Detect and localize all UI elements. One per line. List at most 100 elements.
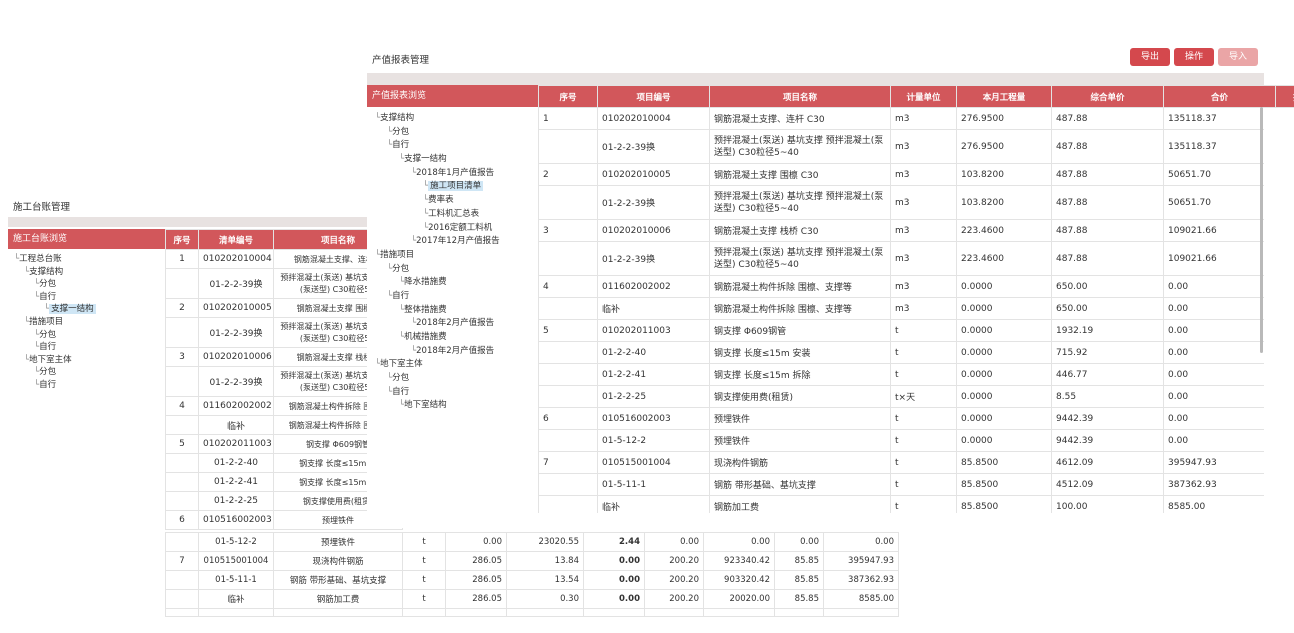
table-row[interactable]: 5 010202011003 钢支撑 Φ609钢管 t 0.0000 1932.19 0.0… [538,319,1264,342]
back-cell-code: 01-2-2-40 [198,453,274,473]
front-tree-node[interactable]: └2016定额工料机 [375,222,540,236]
cell-seq [538,297,598,320]
table-row[interactable]: 01-2-2-39换 预拌混凝土(泵送) 基坑支撑 预拌混凝土(泵送型) C30粒… [538,129,1264,164]
front-tree-node[interactable]: └2018年2月产值报告 [375,345,540,359]
back-tree-node[interactable]: └分包 [14,278,164,291]
cell-seq: 1 [538,107,598,130]
table-row[interactable]: 临补 钢筋加工费 t 85.8500 100.00 8585.00 [538,495,1264,513]
front-tree-node[interactable]: └降水措施费 [375,276,540,290]
front-tree-node[interactable]: └机械措施费 [375,331,540,345]
back-tree-node[interactable]: └地下室主体 [14,354,164,367]
table-row[interactable]: 01-5-12-2 预埋铁件 t 0.0000 9442.39 0.00 [538,429,1264,452]
front-tree-node[interactable]: └自行 [375,139,540,153]
back-cell-seq: 4 [165,396,199,416]
cell-code: 01-2-2-39换 [597,241,710,276]
cell-name: 钢支撑 长度≤15m 拆除 [709,363,891,386]
back-tree-node[interactable]: └ 支撑一结构 [14,303,164,316]
table-row[interactable]: 01-5-11-1 钢筋 带形基础、基坑支撑 t 85.8500 4512.09 3873… [538,473,1264,496]
back-bottom-cell-u: t [402,589,446,609]
cell-price: 9442.39 [1051,407,1164,430]
front-tree-node[interactable]: └地下室结构 [375,399,540,413]
back-bottom-cell-d: 0.00 [644,532,704,552]
cell-qty: 85.8500 [956,495,1052,513]
table-row[interactable]: 01-2-2-41 钢支撑 长度≤15m 拆除 t 0.0000 446.77 0.00 [538,363,1264,386]
cell-seq [538,363,598,386]
back-bottom-cell-e: 903320.42 [703,570,775,590]
vertical-scrollbar[interactable] [1260,107,1263,353]
back-tree-node[interactable]: └自行 [14,379,164,392]
back-tree-node[interactable]: └措施项目 [14,316,164,329]
cell-qty: 85.8500 [956,451,1052,474]
back-tree-node[interactable]: └自行 [14,341,164,354]
export-button[interactable]: 导出 [1130,48,1170,66]
front-tree-node[interactable]: └分包 [375,263,540,277]
front-tree-node[interactable]: └支撑结构 [375,112,540,126]
front-tree-node[interactable]: └措施项目 [375,249,540,263]
front-tree-node-label: 机械措施费 [404,332,447,342]
table-row[interactable]: 1 010202010004 钢筋混凝土支撑、连杆 C30 m3 276.9500 487… [538,107,1264,130]
cell-qty: 276.9500 [956,129,1052,164]
front-table-scroll[interactable]: 1 010202010004 钢筋混凝土支撑、连杆 C30 m3 276.9500 487… [538,107,1264,513]
table-row[interactable]: 4 011602002002 钢筋混凝土构件拆除 围檩、支撑等 m3 0.0000 650… [538,275,1264,298]
back-bottom-row[interactable]: 01-5-12-2 预埋铁件 t 0.00 23020.55 2.44 0.00 0.00 0.… [165,532,899,552]
back-cell-code: 011602002002 [198,396,274,416]
cell-qty: 0.0000 [956,363,1052,386]
back-bottom-cell-d: 200.20 [644,570,704,590]
cell-unit: m3 [890,297,957,320]
front-tree-node[interactable]: └支撑一结构 [375,153,540,167]
table-row[interactable]: 6010516002003预埋铁件t0.00009442.390.00删除行 [538,407,1264,430]
front-tree-node[interactable]: └分包 [375,126,540,140]
back-bottom-row[interactable]: 7 010515001004 现浇构件钢筋 t 286.05 13.84 0.00 200.2… [165,551,899,571]
cell-name: 钢筋混凝土支撑 围檩 C30 [709,163,891,186]
table-row[interactable]: 临补 钢筋混凝土构件拆除 围檩、支撑等 m3 0.0000 650.00 0.00 [538,297,1264,320]
cell-seq: 7 [538,451,598,474]
cell-code: 010202010005 [597,163,710,186]
table-row[interactable]: 01-2-2-39换 预拌混凝土(泵送) 基坑支撑 预拌混凝土(泵送型) C30粒… [538,241,1264,276]
table-row[interactable]: 3 010202010006 钢筋混凝土支撑 栈桥 C30 m3 223.4600 487… [538,219,1264,242]
front-table: 1 010202010004 钢筋混凝土支撑、连杆 C30 m3 276.9500 487… [538,107,1264,513]
back-tree-node[interactable]: └工程总台账 [14,253,164,266]
table-row[interactable]: 01-2-2-25 钢支撑使用费(租赁) t×天 0.0000 8.55 0.00 [538,385,1264,408]
table-row[interactable]: 2 010202010005 钢筋混凝土支撑 围檩 C30 m3 103.8200 487… [538,163,1264,186]
front-tree-node[interactable]: └自行 [375,290,540,304]
front-tree-node-label: 分包 [392,373,410,384]
table-row[interactable]: 01-2-2-39换 预拌混凝土(泵送) 基坑支撑 预拌混凝土(泵送型) C30粒… [538,185,1264,220]
front-tree-node[interactable]: └ 施工项目清单 [375,180,540,194]
table-row[interactable]: 01-2-2-40 钢支撑 长度≤15m 安装 t 0.0000 715.92 0.00 [538,341,1264,364]
back-tree-node[interactable]: └支撑结构 [14,266,164,279]
operate-button[interactable]: 操作 [1174,48,1214,66]
back-tree-node[interactable]: └分包 [14,366,164,379]
front-tree-node[interactable]: └费率表 [375,194,540,208]
cell-total: 0.00 [1163,385,1264,408]
cell-code: 01-5-11-1 [597,473,710,496]
front-tree-node[interactable]: └整体措施费 [375,304,540,318]
front-tree-node[interactable]: └2018年2月产值报告 [375,317,540,331]
cell-price: 650.00 [1051,275,1164,298]
front-tree-node-label: 2018年2月产值报告 [416,318,495,329]
front-tree-node[interactable]: └地下室主体 [375,358,540,372]
back-cell-seq [165,317,199,348]
back-cell-code: 010202010004 [198,249,274,269]
back-bottom-row[interactable]: 01-5-11-1 钢筋 带形基础、基坑支撑 t 286.05 13.54 0.00 200… [165,570,899,590]
back-tree: └工程总台账 └支撑结构 └分包 └自行 └ 支撑一结构 └措施项目 └分包 └自行 └地下室主体… [14,253,164,392]
col-price: 综合单价 [1051,85,1164,108]
front-tree-node[interactable]: └自行 [375,386,540,400]
back-tree-node[interactable]: └自行 [14,291,164,304]
back-col-code: 清单编号 [198,229,274,250]
back-bottom-cell-d: 200.20 [644,551,704,571]
cell-seq [538,385,598,408]
import-button[interactable]: 导入 [1218,48,1258,66]
back-tree-node[interactable]: └分包 [14,329,164,342]
cell-price: 8.55 [1051,385,1164,408]
front-tree-node-label: 工料机汇总表 [428,208,480,219]
front-tree-node[interactable]: └工料机汇总表 [375,208,540,222]
cell-name: 钢筋加工费 [709,495,891,513]
back-bottom-row[interactable]: 临补 钢筋加工费 t 286.05 0.30 0.00 200.20 20020.00 85.8… [165,589,899,609]
back-bottom-cell-a: 0.00 [445,532,507,552]
front-tree-node[interactable]: └分包 [375,372,540,386]
cell-unit: t [890,473,957,496]
table-row[interactable]: 7 010515001004 现浇构件钢筋 t 85.8500 4612.09 395947… [538,451,1264,474]
cell-name: 预埋铁件 [709,407,891,430]
front-tree-node[interactable]: └2017年12月产值报告 [375,235,540,249]
front-tree-node[interactable]: └2018年1月产值报告 [375,167,540,181]
